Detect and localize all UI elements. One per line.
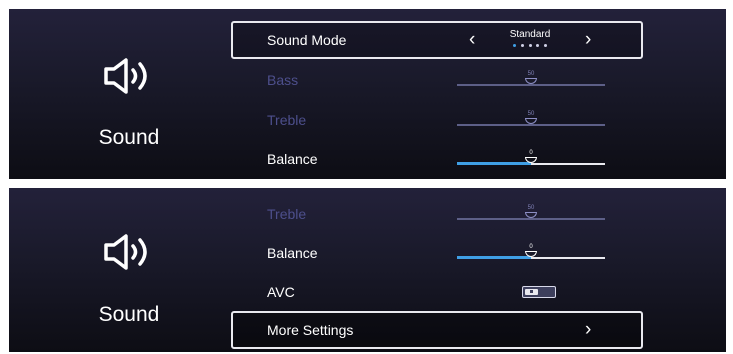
treble-row[interactable]: Treble 50	[231, 195, 643, 233]
sound-mode-label: Sound Mode	[267, 32, 347, 48]
balance-row[interactable]: Balance 0	[231, 140, 643, 178]
balance-label: Balance	[267, 151, 318, 167]
bass-row[interactable]: Bass 50	[231, 61, 643, 99]
slider-track	[457, 218, 605, 220]
treble-label: Treble	[267, 206, 307, 222]
chevron-right-icon[interactable]: ›	[585, 319, 591, 341]
page-dot	[536, 44, 540, 47]
page-dot	[513, 44, 516, 47]
treble-slider[interactable]: 50	[457, 111, 605, 129]
section-title: Sound	[98, 303, 160, 326]
section-header: Sound	[9, 188, 229, 352]
slider-fill	[457, 162, 531, 165]
slider-value: 0	[529, 244, 533, 250]
slider-track	[457, 124, 605, 126]
treble-row[interactable]: Treble 50	[231, 101, 643, 139]
page-dot	[544, 44, 547, 47]
slider-value: 50	[527, 205, 535, 211]
chevron-left-icon[interactable]: ‹	[469, 29, 475, 51]
bass-label: Bass	[267, 72, 299, 88]
bass-slider[interactable]: 50	[457, 71, 605, 89]
balance-label: Balance	[267, 245, 318, 261]
slider-value: 0	[529, 150, 533, 156]
speaker-icon	[104, 234, 147, 270]
section-header: Sound	[9, 9, 229, 179]
more-settings-row[interactable]: More Settings ›	[231, 311, 643, 349]
slider-value: 50	[527, 71, 535, 77]
avc-toggle[interactable]	[522, 286, 556, 298]
slider-value: 50	[527, 111, 535, 117]
sound-mode-row[interactable]: Sound Mode ‹ Standard ›	[231, 21, 643, 59]
sound-menu-panel-top: Sound Sound Mode ‹ Standard › Bass 50 Tr…	[9, 9, 726, 179]
page-dot	[528, 44, 532, 47]
sound-menu-panel-bottom: Sound Treble 50 Balance 0 AVC More Setti…	[9, 188, 726, 352]
balance-slider[interactable]: 0	[457, 150, 605, 168]
avc-row[interactable]: AVC	[231, 273, 643, 311]
speaker-icon	[104, 58, 147, 94]
balance-row[interactable]: Balance 0	[231, 234, 643, 272]
treble-slider[interactable]: 50	[457, 205, 605, 223]
sound-mode-value: Standard	[509, 29, 551, 40]
balance-slider[interactable]: 0	[457, 244, 605, 262]
treble-label: Treble	[267, 112, 307, 128]
avc-label: AVC	[267, 284, 295, 300]
slider-fill	[457, 256, 531, 259]
section-title: Sound	[98, 126, 160, 149]
sound-mode-page-dots	[513, 44, 547, 47]
toggle-knob	[525, 288, 538, 295]
more-settings-label: More Settings	[267, 322, 354, 338]
chevron-right-icon[interactable]: ›	[585, 29, 591, 51]
page-dot	[520, 44, 524, 47]
slider-track	[457, 84, 605, 86]
